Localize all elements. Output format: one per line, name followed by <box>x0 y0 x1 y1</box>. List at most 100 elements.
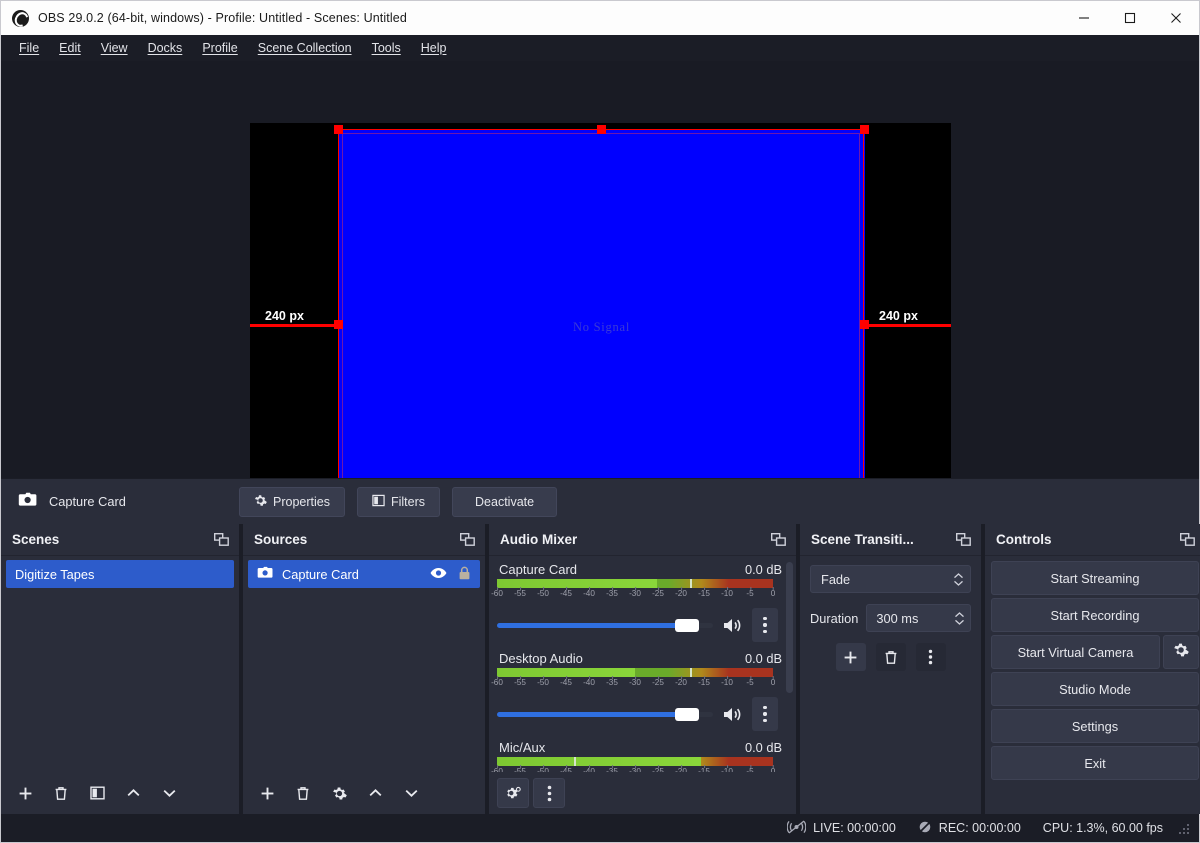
add-source-button[interactable] <box>251 778 283 808</box>
volume-slider-knob[interactable] <box>675 618 700 632</box>
mixer-channel-db: 0.0 dB <box>745 651 782 666</box>
scene-item-digitize-tapes[interactable]: Digitize Tapes <box>6 560 234 588</box>
popout-icon[interactable] <box>956 533 971 546</box>
remove-scene-button[interactable] <box>45 778 77 808</box>
transition-type-select[interactable]: Fade <box>810 565 971 593</box>
speaker-icon[interactable] <box>722 617 743 634</box>
audio-mixer-scrollbar[interactable] <box>785 562 794 770</box>
mixer-channel: Mic/Aux 0.0 dB -60 -55 -50 -45 -40 -35 -30 -25 -20… <box>491 740 784 772</box>
guide-label-left: 240 px <box>265 309 304 323</box>
obs-main-window: OBS 29.0.2 (64-bit, windows) - Profile: … <box>0 0 1200 843</box>
selected-source-name: Capture Card <box>49 494 126 509</box>
mixer-channel-db: 0.0 dB <box>745 740 782 755</box>
menu-file[interactable]: File <box>9 38 49 58</box>
popout-icon[interactable] <box>214 533 229 546</box>
add-scene-button[interactable] <box>9 778 41 808</box>
handle-middle-right[interactable] <box>860 320 869 329</box>
menu-help[interactable]: Help <box>411 38 457 58</box>
meter-scale: -60 -55 -50 -45 -40 -35 -30 -25 -20 -15 -10 -5 0 <box>491 587 776 601</box>
remove-source-button[interactable] <box>287 778 319 808</box>
menu-edit[interactable]: Edit <box>49 38 91 58</box>
meter-level <box>497 579 658 588</box>
settings-button[interactable]: Settings <box>991 709 1199 743</box>
mixer-channel-menu-button[interactable] <box>752 697 778 731</box>
speaker-icon[interactable] <box>722 706 743 723</box>
minimize-button[interactable] <box>1061 1 1107 35</box>
start-virtual-camera-label: Start Virtual Camera <box>1017 644 1134 660</box>
mixer-channel-name: Mic/Aux <box>499 740 546 755</box>
remove-transition-button[interactable] <box>875 643 906 671</box>
move-source-down-button[interactable] <box>395 778 427 808</box>
source-properties-button[interactable] <box>323 778 355 808</box>
meter-tick-label: -40 <box>583 587 595 598</box>
popout-icon[interactable] <box>771 533 786 546</box>
meter-tick-label: -20 <box>675 587 687 598</box>
gear-icon <box>1173 642 1189 663</box>
start-recording-button[interactable]: Start Recording <box>991 598 1199 632</box>
meter-scale: -60 -55 -50 -45 -40 -35 -30 -25 -20 -15 -10 -5 0 <box>491 676 775 690</box>
handle-top-center[interactable] <box>597 125 606 134</box>
sources-dock-header: Sources <box>243 524 485 556</box>
advanced-audio-properties-button[interactable] <box>497 778 529 808</box>
cpu-text: CPU: 1.3%, 60.00 fps <box>1042 821 1163 835</box>
popout-icon[interactable] <box>1180 533 1195 546</box>
properties-button[interactable]: Properties <box>239 486 345 517</box>
handle-top-right[interactable] <box>860 125 869 134</box>
meter-tick-label: -55 <box>514 676 526 687</box>
deactivate-button[interactable]: Deactivate <box>452 486 558 517</box>
close-button[interactable] <box>1153 1 1199 35</box>
volume-slider[interactable] <box>497 706 713 722</box>
handle-middle-left[interactable] <box>334 320 343 329</box>
transition-type-value: Fade <box>821 571 851 587</box>
menu-view[interactable]: View <box>91 38 138 58</box>
maximize-button[interactable] <box>1107 1 1153 35</box>
chevron-updown-icon <box>953 572 964 586</box>
menu-tools[interactable]: Tools <box>362 38 411 58</box>
scenes-list-inner: Digitize Tapes <box>1 556 239 588</box>
menu-profile-label: Profile <box>202 41 238 55</box>
meter-tick-label: -50 <box>537 587 549 598</box>
virtual-camera-config-button[interactable] <box>1163 635 1199 669</box>
menu-scene-collection[interactable]: Scene Collection <box>248 38 362 58</box>
meter-tick-label: -10 <box>721 765 733 772</box>
move-scene-down-button[interactable] <box>153 778 185 808</box>
volume-slider[interactable] <box>497 617 713 633</box>
mixer-channel-menu-button[interactable] <box>752 608 778 642</box>
source-item-capture-card[interactable]: Capture Card <box>248 560 480 588</box>
move-source-up-button[interactable] <box>359 778 391 808</box>
scenes-list[interactable]: Digitize Tapes <box>1 556 239 772</box>
duration-input[interactable]: 300 ms <box>866 604 971 632</box>
menu-docks[interactable]: Docks <box>138 38 193 58</box>
add-transition-button[interactable] <box>835 643 866 671</box>
exit-button[interactable]: Exit <box>991 746 1199 780</box>
meter-tick-label: -25 <box>652 676 664 687</box>
volume-slider-knob[interactable] <box>675 707 700 721</box>
source-item-icons <box>430 566 471 583</box>
audio-mixer-body: Capture Card 0.0 dB -60 -55 -50 -45 -40 -35 -30-… <box>489 556 796 772</box>
selection-rectangle <box>338 129 864 478</box>
meter-peak-marker <box>690 668 693 677</box>
meter-tick-label: -60 <box>491 765 503 772</box>
handle-top-left[interactable] <box>334 125 343 134</box>
resize-grip-icon[interactable] <box>1179 822 1191 834</box>
meter-scale: -60 -55 -50 -45 -40 -35 -30 -25 -20 -15 -10 -5 0 <box>491 765 775 772</box>
menu-profile[interactable]: Profile <box>192 38 247 58</box>
studio-mode-button[interactable]: Studio Mode <box>991 672 1199 706</box>
meter-tick-label: -45 <box>560 587 572 598</box>
popout-icon[interactable] <box>460 533 475 546</box>
start-virtual-camera-button[interactable]: Start Virtual Camera <box>991 635 1160 669</box>
start-streaming-button[interactable]: Start Streaming <box>991 561 1199 595</box>
source-item-left: Capture Card <box>257 566 359 582</box>
meter-tick-label: 0 <box>770 587 776 598</box>
filters-icon <box>372 494 385 510</box>
audio-mixer-menu-button[interactable] <box>533 778 565 808</box>
filters-button[interactable]: Filters <box>356 486 441 517</box>
scene-filters-button[interactable] <box>81 778 113 808</box>
scene-transitions-title: Scene Transiti... <box>811 532 914 547</box>
sources-list[interactable]: Capture Card <box>243 556 485 772</box>
eye-icon[interactable] <box>430 567 447 582</box>
transition-menu-button[interactable] <box>915 643 946 671</box>
preview-canvas[interactable]: No Signal 240 px 240 px <box>1 61 1199 478</box>
lock-icon[interactable] <box>458 566 471 583</box>
move-scene-up-button[interactable] <box>117 778 149 808</box>
